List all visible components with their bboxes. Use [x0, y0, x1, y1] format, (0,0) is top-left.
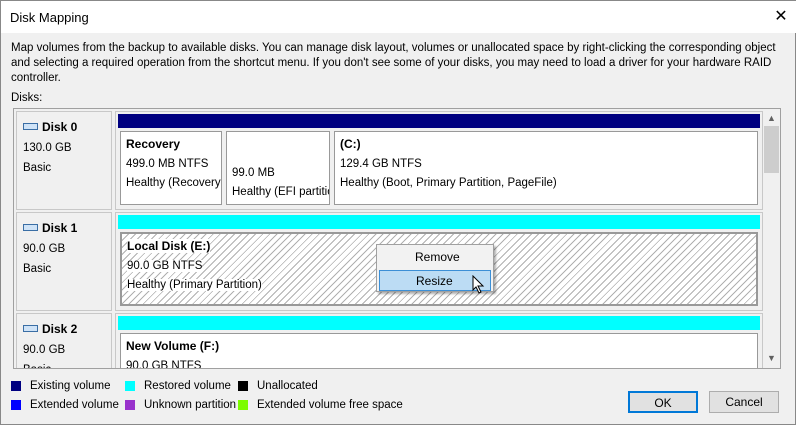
disk-partitions: Recovery 499.0 MB NTFS Healthy (Recovery P…: [115, 111, 763, 210]
legend-restored: Restored volume: [125, 380, 231, 392]
legend-label: Unallocated: [257, 380, 318, 392]
disk-icon: [23, 325, 38, 332]
disk-icon: [23, 123, 38, 130]
disk-size: 130.0 GB: [23, 142, 72, 154]
partition-box: 99.0 MB Healthy (EFI partition): [226, 131, 330, 205]
legend-label: Extended volume: [30, 399, 119, 411]
disk-size: 90.0 GB: [23, 344, 66, 356]
partition-name: Local Disk (E:): [127, 239, 211, 253]
disk-info[interactable]: Disk 0 130.0 GB Basic: [16, 111, 112, 210]
partition-recovery[interactable]: Recovery 499.0 MB NTFS Healthy (Recovery P…: [118, 114, 224, 207]
volume-bar: [118, 114, 224, 128]
scroll-up-icon[interactable]: ▲: [767, 113, 776, 123]
legend-unallocated: Unallocated: [238, 380, 318, 392]
partition-status: Healthy (Recovery Partition): [126, 177, 221, 189]
partition-c[interactable]: (C:) 129.4 GB NTFS Healthy (Boot, Primary …: [332, 114, 760, 207]
legend-unknown: Unknown partition: [125, 399, 236, 411]
partition-size: 129.4 GB NTFS: [340, 158, 422, 170]
legend-extended: Extended volume: [11, 399, 119, 411]
mouse-cursor-icon: [472, 275, 485, 294]
partition-status: Healthy (Primary Partition): [127, 279, 262, 291]
disk-info[interactable]: Disk 1 90.0 GB Basic: [16, 212, 112, 311]
volume-bar: [118, 316, 760, 330]
disk-info[interactable]: Disk 2 90.0 GB Basic: [16, 313, 112, 368]
legend-swatch: [11, 381, 21, 391]
ok-button[interactable]: OK: [628, 391, 698, 413]
partition-size: 499.0 MB NTFS: [126, 158, 209, 170]
legend-existing: Existing volume: [11, 380, 111, 392]
disks-label: Disks:: [11, 92, 43, 104]
partition-size: 99.0 MB: [232, 167, 275, 179]
vertical-scrollbar[interactable]: ▲ ▼: [763, 109, 780, 368]
context-menu: Remove Resize: [376, 244, 494, 294]
legend-label: Restored volume: [144, 380, 231, 392]
legend-label: Existing volume: [30, 380, 111, 392]
disk-partitions: New Volume (F:) 90.0 GB NTFS: [115, 313, 763, 369]
volume-bar: [118, 215, 760, 229]
scroll-down-icon[interactable]: ▼: [767, 353, 776, 363]
partition-box: New Volume (F:) 90.0 GB NTFS: [120, 333, 758, 369]
cancel-button[interactable]: Cancel: [709, 391, 779, 413]
legend-swatch: [238, 381, 248, 391]
disk-panel: Disk 0 130.0 GB Basic Recovery 499.0 MB N…: [13, 108, 781, 369]
volume-bar: [332, 114, 760, 128]
disk-row-0[interactable]: Disk 0 130.0 GB Basic Recovery 499.0 MB N…: [16, 111, 763, 210]
description: Map volumes from the backup to available…: [11, 42, 776, 84]
legend-swatch: [238, 400, 248, 410]
menu-item-remove[interactable]: Remove: [379, 247, 491, 268]
partition-status: Healthy (EFI partition): [232, 186, 329, 198]
partition-box: (C:) 129.4 GB NTFS Healthy (Boot, Primary …: [334, 131, 758, 205]
scroll-thumb[interactable]: [764, 126, 779, 173]
disk-name: Disk 1: [42, 221, 78, 235]
partition-size: 90.0 GB NTFS: [126, 360, 202, 369]
partition-size: 90.0 GB NTFS: [127, 260, 203, 272]
partition-efi[interactable]: 99.0 MB Healthy (EFI partition): [224, 114, 332, 207]
disk-row-2[interactable]: Disk 2 90.0 GB Basic New Volume (F:) 90.0…: [16, 313, 763, 369]
disk-icon: [23, 224, 38, 231]
disk-name: Disk 2: [42, 322, 78, 336]
disk-type: Basic: [23, 360, 105, 368]
legend-label: Unknown partition: [144, 399, 237, 411]
volume-bar: [224, 114, 332, 128]
disk-type: Basic: [23, 263, 52, 275]
partition-f[interactable]: New Volume (F:) 90.0 GB NTFS: [118, 316, 760, 369]
disk-name: Disk 0: [42, 120, 78, 134]
disk-type: Basic: [23, 162, 52, 174]
partition-name: New Volume (F:): [126, 339, 220, 353]
legend-swatch: [11, 400, 21, 410]
legend-swatch: [125, 381, 135, 391]
close-icon[interactable]: ✕: [771, 6, 791, 26]
disk-size: 90.0 GB: [23, 243, 66, 255]
legend-label: Extended volume free space: [257, 399, 403, 411]
partition-status: Healthy (Boot, Primary Partition, PageFi…: [340, 177, 557, 189]
title-bar: Disk Mapping ✕: [1, 1, 796, 33]
window-title: Disk Mapping: [10, 10, 89, 25]
partition-name: Recovery: [126, 137, 181, 151]
legend-swatch: [125, 400, 135, 410]
legend-extended-free: Extended volume free space: [238, 399, 403, 411]
partition-box: Recovery 499.0 MB NTFS Healthy (Recovery P…: [120, 131, 222, 205]
partition-name: (C:): [340, 137, 361, 151]
